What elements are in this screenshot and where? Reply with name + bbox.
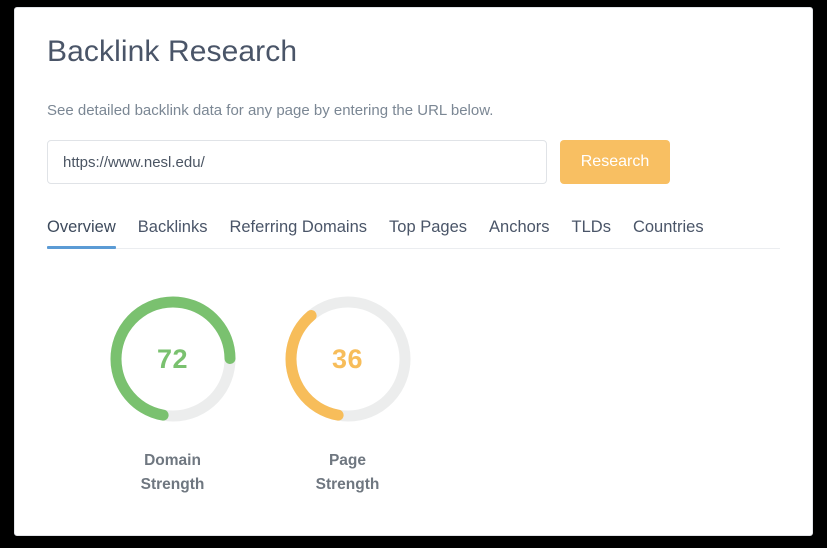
tab-referring-domains[interactable]: Referring Domains: [229, 218, 367, 248]
gauge-label-line2: Strength: [140, 476, 205, 494]
tab-top-pages[interactable]: Top Pages: [389, 218, 467, 248]
page-title: Backlink Research: [47, 35, 298, 68]
page-subtitle: See detailed backlink data for any page …: [47, 102, 494, 119]
gauge-label-line1: Domain: [144, 452, 201, 470]
gauge-page-strength: 36: [280, 291, 416, 427]
tab-countries[interactable]: Countries: [633, 218, 704, 248]
url-search-row: Research: [47, 140, 780, 184]
tab-bar: Overview Backlinks Referring Domains Top Pa…: [47, 218, 780, 250]
gauge-label-line2: Strength: [315, 476, 380, 494]
gauge-label-domain-strength: Domain Strength: [85, 449, 260, 497]
tab-backlinks[interactable]: Backlinks: [138, 218, 208, 248]
gauge-label-line1: Page: [328, 452, 367, 470]
url-input[interactable]: [47, 140, 547, 184]
gauge-value-page-strength: 36: [331, 343, 364, 374]
gauge-label-page-strength: Page Strength: [260, 449, 435, 497]
backlink-research-card: Backlink Research See detailed backlink …: [14, 7, 813, 536]
card-content: Backlink Research See detailed backlink …: [15, 8, 812, 497]
tab-overview[interactable]: Overview: [47, 218, 116, 250]
metric-page-strength: 36 Page Strength: [260, 291, 435, 497]
gauge-domain-strength: 72: [105, 291, 241, 427]
screenshot-root: Backlink Research See detailed backlink …: [0, 0, 827, 548]
tab-tlds[interactable]: TLDs: [572, 218, 611, 248]
metric-domain-strength: 72 Domain Strength: [85, 291, 260, 497]
gauge-value-domain-strength: 72: [156, 343, 189, 374]
tab-anchors[interactable]: Anchors: [489, 218, 550, 248]
research-button[interactable]: Research: [560, 140, 670, 184]
metric-gauges: 72 Domain Strength 36 Page Strength: [47, 291, 780, 497]
